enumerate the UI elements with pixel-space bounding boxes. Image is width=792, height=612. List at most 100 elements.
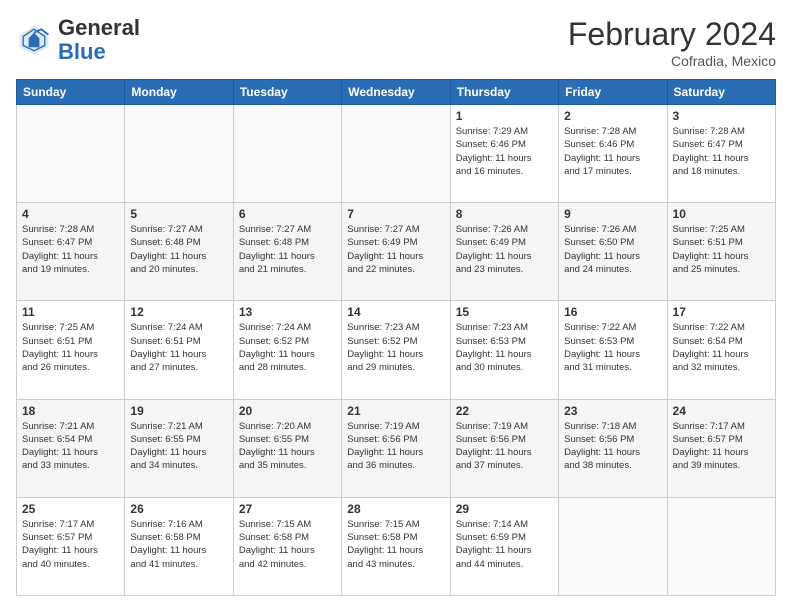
page: General Blue February 2024 Cofradia, Mex… bbox=[0, 0, 792, 612]
day-info: Sunrise: 7:25 AM Sunset: 6:51 PM Dayligh… bbox=[673, 223, 770, 276]
table-cell: 19Sunrise: 7:21 AM Sunset: 6:55 PM Dayli… bbox=[125, 399, 233, 497]
table-cell bbox=[233, 105, 341, 203]
day-number: 10 bbox=[673, 207, 770, 221]
table-cell: 10 Sunrise: 7:25 AM Sunset: 6:51 PM Dayli… bbox=[667, 203, 775, 301]
location: Cofradia, Mexico bbox=[568, 53, 776, 69]
table-row: 1 Sunrise: 7:29 AM Sunset: 6:46 PM Daylig… bbox=[17, 105, 776, 203]
day-number: 3 bbox=[673, 109, 770, 123]
col-tuesday: Tuesday bbox=[233, 80, 341, 105]
table-cell: 29 Sunrise: 7:14 AM Sunset: 6:59 PM Dayli… bbox=[450, 497, 558, 595]
day-number: 9 bbox=[564, 207, 661, 221]
day-info: Sunrise: 7:29 AM Sunset: 6:46 PM Dayligh… bbox=[456, 125, 553, 178]
day-number: 4 bbox=[22, 207, 119, 221]
day-info: Sunrise: 7:19 AM Sunset: 6:56 PM Dayligh… bbox=[456, 420, 553, 473]
col-wednesday: Wednesday bbox=[342, 80, 450, 105]
day-info: Sunrise: 7:22 AM Sunset: 6:54 PM Dayligh… bbox=[673, 321, 770, 374]
day-number: 26 bbox=[130, 502, 227, 516]
day-number: 20 bbox=[239, 404, 336, 418]
day-info: Sunrise: 7:24 AM Sunset: 6:51 PM Dayligh… bbox=[130, 321, 227, 374]
day-info: Sunrise: 7:15 AM Sunset: 6:58 PM Dayligh… bbox=[239, 518, 336, 571]
header-row: Sunday Monday Tuesday Wednesday Thursday… bbox=[17, 80, 776, 105]
logo: General Blue bbox=[16, 16, 140, 64]
day-info: Sunrise: 7:20 AM Sunset: 6:55 PM Dayligh… bbox=[239, 420, 336, 473]
day-number: 2 bbox=[564, 109, 661, 123]
day-number: 13 bbox=[239, 305, 336, 319]
day-number: 19 bbox=[130, 404, 227, 418]
table-cell: 13 Sunrise: 7:24 AM Sunset: 6:52 PM Dayli… bbox=[233, 301, 341, 399]
table-cell: 4 Sunrise: 7:28 AM Sunset: 6:47 PM Daylig… bbox=[17, 203, 125, 301]
day-info: Sunrise: 7:27 AM Sunset: 6:49 PM Dayligh… bbox=[347, 223, 444, 276]
day-info: Sunrise: 7:16 AM Sunset: 6:58 PM Dayligh… bbox=[130, 518, 227, 571]
table-cell: 21Sunrise: 7:19 AM Sunset: 6:56 PM Dayli… bbox=[342, 399, 450, 497]
day-number: 12 bbox=[130, 305, 227, 319]
table-cell: 24 Sunrise: 7:17 AM Sunset: 6:57 PM Dayli… bbox=[667, 399, 775, 497]
table-cell: 5 Sunrise: 7:27 AM Sunset: 6:48 PM Daylig… bbox=[125, 203, 233, 301]
table-cell: 20 Sunrise: 7:20 AM Sunset: 6:55 PM Dayli… bbox=[233, 399, 341, 497]
day-info: Sunrise: 7:25 AM Sunset: 6:51 PM Dayligh… bbox=[22, 321, 119, 374]
table-cell: 17 Sunrise: 7:22 AM Sunset: 6:54 PM Dayli… bbox=[667, 301, 775, 399]
day-number: 8 bbox=[456, 207, 553, 221]
col-thursday: Thursday bbox=[450, 80, 558, 105]
day-info: Sunrise: 7:23 AM Sunset: 6:52 PM Dayligh… bbox=[347, 321, 444, 374]
table-cell: 25Sunrise: 7:17 AM Sunset: 6:57 PM Dayli… bbox=[17, 497, 125, 595]
day-number: 11 bbox=[22, 305, 119, 319]
table-cell: 7 Sunrise: 7:27 AM Sunset: 6:49 PM Daylig… bbox=[342, 203, 450, 301]
day-info: Sunrise: 7:17 AM Sunset: 6:57 PM Dayligh… bbox=[673, 420, 770, 473]
day-number: 7 bbox=[347, 207, 444, 221]
logo-blue: Blue bbox=[58, 39, 106, 64]
title-block: February 2024 Cofradia, Mexico bbox=[568, 16, 776, 69]
logo-text: General Blue bbox=[58, 16, 140, 64]
day-number: 15 bbox=[456, 305, 553, 319]
table-cell: 15 Sunrise: 7:23 AM Sunset: 6:53 PM Dayli… bbox=[450, 301, 558, 399]
table-cell: 18Sunrise: 7:21 AM Sunset: 6:54 PM Dayli… bbox=[17, 399, 125, 497]
day-number: 17 bbox=[673, 305, 770, 319]
day-number: 5 bbox=[130, 207, 227, 221]
day-number: 27 bbox=[239, 502, 336, 516]
day-number: 14 bbox=[347, 305, 444, 319]
header: General Blue February 2024 Cofradia, Mex… bbox=[16, 16, 776, 69]
day-info: Sunrise: 7:27 AM Sunset: 6:48 PM Dayligh… bbox=[130, 223, 227, 276]
table-cell: 1 Sunrise: 7:29 AM Sunset: 6:46 PM Daylig… bbox=[450, 105, 558, 203]
day-info: Sunrise: 7:27 AM Sunset: 6:48 PM Dayligh… bbox=[239, 223, 336, 276]
day-info: Sunrise: 7:26 AM Sunset: 6:50 PM Dayligh… bbox=[564, 223, 661, 276]
calendar-table: Sunday Monday Tuesday Wednesday Thursday… bbox=[16, 79, 776, 596]
day-info: Sunrise: 7:23 AM Sunset: 6:53 PM Dayligh… bbox=[456, 321, 553, 374]
day-number: 16 bbox=[564, 305, 661, 319]
day-number: 28 bbox=[347, 502, 444, 516]
table-cell: 6Sunrise: 7:27 AM Sunset: 6:48 PM Daylig… bbox=[233, 203, 341, 301]
day-info: Sunrise: 7:24 AM Sunset: 6:52 PM Dayligh… bbox=[239, 321, 336, 374]
day-info: Sunrise: 7:21 AM Sunset: 6:54 PM Dayligh… bbox=[22, 420, 119, 473]
table-cell: 23 Sunrise: 7:18 AM Sunset: 6:56 PM Dayli… bbox=[559, 399, 667, 497]
day-info: Sunrise: 7:28 AM Sunset: 6:47 PM Dayligh… bbox=[673, 125, 770, 178]
day-number: 22 bbox=[456, 404, 553, 418]
day-number: 25 bbox=[22, 502, 119, 516]
table-cell bbox=[17, 105, 125, 203]
logo-general: General bbox=[58, 15, 140, 40]
table-row: 11 Sunrise: 7:25 AM Sunset: 6:51 PM Dayli… bbox=[17, 301, 776, 399]
day-info: Sunrise: 7:15 AM Sunset: 6:58 PM Dayligh… bbox=[347, 518, 444, 571]
day-info: Sunrise: 7:22 AM Sunset: 6:53 PM Dayligh… bbox=[564, 321, 661, 374]
table-row: 4 Sunrise: 7:28 AM Sunset: 6:47 PM Daylig… bbox=[17, 203, 776, 301]
table-cell bbox=[125, 105, 233, 203]
table-cell: 3 Sunrise: 7:28 AM Sunset: 6:47 PM Daylig… bbox=[667, 105, 775, 203]
table-cell: 9 Sunrise: 7:26 AM Sunset: 6:50 PM Daylig… bbox=[559, 203, 667, 301]
table-row: 25Sunrise: 7:17 AM Sunset: 6:57 PM Dayli… bbox=[17, 497, 776, 595]
logo-icon bbox=[16, 22, 52, 58]
table-cell: 28 Sunrise: 7:15 AM Sunset: 6:58 PM Dayli… bbox=[342, 497, 450, 595]
day-info: Sunrise: 7:28 AM Sunset: 6:47 PM Dayligh… bbox=[22, 223, 119, 276]
table-cell: 16 Sunrise: 7:22 AM Sunset: 6:53 PM Dayli… bbox=[559, 301, 667, 399]
day-number: 23 bbox=[564, 404, 661, 418]
day-number: 1 bbox=[456, 109, 553, 123]
table-cell: 22 Sunrise: 7:19 AM Sunset: 6:56 PM Dayli… bbox=[450, 399, 558, 497]
table-cell bbox=[667, 497, 775, 595]
table-cell: 2Sunrise: 7:28 AM Sunset: 6:46 PM Daylig… bbox=[559, 105, 667, 203]
table-cell: 11 Sunrise: 7:25 AM Sunset: 6:51 PM Dayli… bbox=[17, 301, 125, 399]
day-number: 29 bbox=[456, 502, 553, 516]
table-cell: 12 Sunrise: 7:24 AM Sunset: 6:51 PM Dayli… bbox=[125, 301, 233, 399]
table-cell: 14 Sunrise: 7:23 AM Sunset: 6:52 PM Dayli… bbox=[342, 301, 450, 399]
day-info: Sunrise: 7:14 AM Sunset: 6:59 PM Dayligh… bbox=[456, 518, 553, 571]
day-number: 24 bbox=[673, 404, 770, 418]
col-monday: Monday bbox=[125, 80, 233, 105]
day-info: Sunrise: 7:18 AM Sunset: 6:56 PM Dayligh… bbox=[564, 420, 661, 473]
table-cell: 8Sunrise: 7:26 AM Sunset: 6:49 PM Daylig… bbox=[450, 203, 558, 301]
